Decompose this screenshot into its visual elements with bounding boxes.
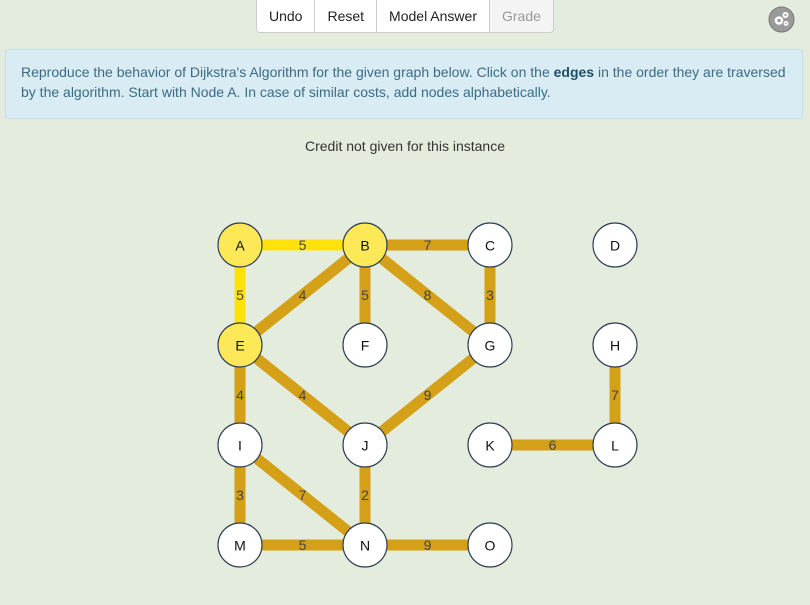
node-m: M	[217, 522, 263, 568]
node-label: O	[485, 538, 496, 554]
node-label: I	[238, 438, 242, 454]
edge-weight-g-j: 9	[424, 387, 432, 403]
node-label: L	[611, 438, 619, 454]
edge-weight-a-b: 5	[299, 237, 307, 253]
node-b: B	[342, 222, 388, 268]
edge-weight-i-m: 3	[236, 487, 244, 503]
node-label: F	[361, 338, 370, 354]
edge-weight-m-n: 5	[299, 537, 307, 553]
node-label: J	[362, 438, 369, 454]
node-label: H	[610, 338, 620, 354]
node-label: K	[485, 438, 495, 454]
node-e: E	[217, 322, 263, 368]
node-label: A	[235, 238, 245, 254]
edge-weight-b-g: 8	[424, 287, 432, 303]
edge-weight-a-e: 5	[236, 287, 244, 303]
node-j: J	[342, 422, 388, 468]
edge-weight-e-i: 4	[236, 387, 244, 403]
edge-weight-i-n: 7	[299, 487, 307, 503]
node-c: C	[467, 222, 513, 268]
edge-weight-h-l: 7	[611, 387, 619, 403]
node-label: C	[485, 238, 495, 254]
node-l: L	[592, 422, 638, 468]
node-d: D	[592, 222, 638, 268]
node-h: H	[592, 322, 638, 368]
node-k: K	[467, 422, 513, 468]
node-label: G	[485, 338, 496, 354]
node-label: D	[610, 238, 620, 254]
node-i: I	[217, 422, 263, 468]
edge-weight-b-f: 5	[361, 287, 369, 303]
edge-weight-j-n: 2	[361, 487, 369, 503]
edge-weight-c-g: 3	[486, 287, 494, 303]
node-o: O	[467, 522, 513, 568]
edge-weight-e-j: 4	[299, 387, 307, 403]
node-g: G	[467, 322, 513, 368]
node-label: B	[360, 238, 369, 254]
edge-weight-b-c: 7	[424, 237, 432, 253]
node-n: N	[342, 522, 388, 568]
node-f: F	[342, 322, 388, 368]
node-label: E	[235, 338, 244, 354]
edge-weight-n-o: 9	[424, 537, 432, 553]
node-a: A	[217, 222, 263, 268]
node-label: N	[360, 538, 370, 554]
node-label: M	[234, 538, 246, 554]
graph-canvas: 5 5 7 4 5 8 3 4 4 9 7 3 7 2 6 5 9 A B C D E F G H I J K L M N O	[217, 222, 638, 568]
edge-weight-b-e: 4	[299, 287, 307, 303]
edge-weight-k-l: 6	[549, 437, 557, 453]
